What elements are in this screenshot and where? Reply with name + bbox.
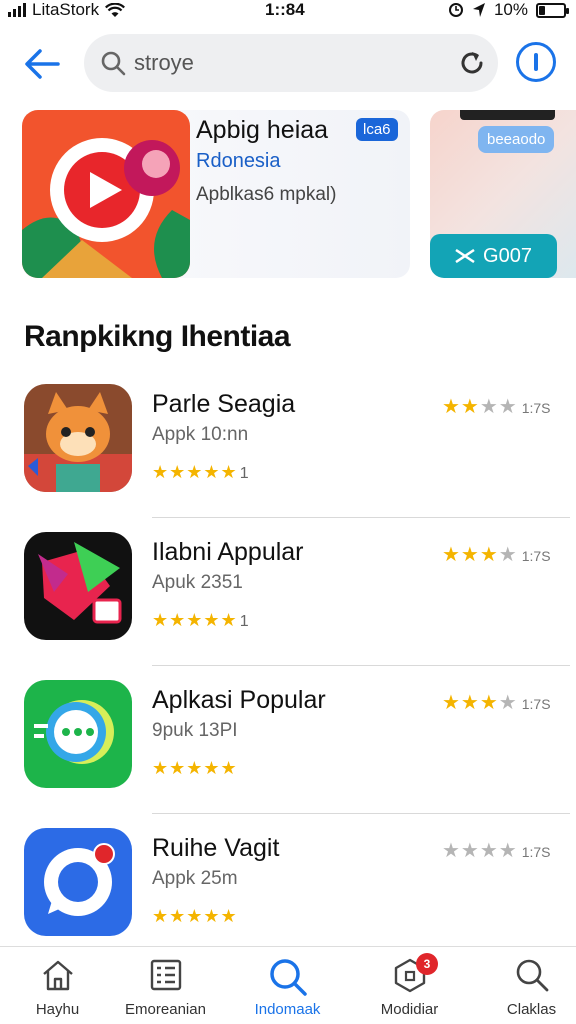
review-count: 1 — [239, 613, 249, 630]
carrier-name: LitaStork — [32, 0, 100, 19]
star-icon: ★★★★★ — [152, 758, 238, 778]
nav-updates[interactable]: 3 Modidiar — [352, 947, 467, 1024]
featured-app-title: Apbig heiaa — [196, 116, 329, 144]
app-icon-bubble — [24, 828, 132, 936]
status-right: 10% — [448, 0, 569, 20]
rating-value: 1:7S — [521, 696, 551, 712]
app-icon-shapes — [24, 532, 132, 640]
bottom-nav: Hayhu Emoreanian Indomaak 3 Modidiar Cla… — [0, 946, 576, 1024]
star-empty-icon: ★★★★ — [442, 840, 518, 862]
app-name: Aplkasi Popular — [152, 686, 326, 714]
app-review-stars: ★★★★★ — [152, 758, 240, 779]
promo-card[interactable]: beeaodo G007 — [430, 110, 576, 278]
app-icon-chat — [24, 680, 132, 788]
app-name: Ilabni Appular — [152, 538, 304, 566]
app-review-stars: ★★★★★ — [152, 906, 240, 927]
section-title: Ranpkikng Ihentiaa — [24, 320, 291, 353]
app-rating: ★★★★ 1:7S — [442, 690, 551, 715]
status-left: LitaStork — [8, 0, 126, 20]
alarm-icon — [448, 3, 463, 17]
list-item[interactable]: Ilabni Appular Apuk 2351 ★★★★★ 1 ★★★★ 1:7S — [0, 518, 576, 666]
star-empty-icon: ★ — [498, 692, 518, 714]
app-rating: ★★★★ 1:7S — [442, 394, 551, 419]
app-review-stars: ★★★★★ 1 — [152, 462, 249, 483]
featured-app-description: Apblkas6 mpkal) — [196, 184, 337, 205]
promo-button[interactable]: G007 — [430, 234, 557, 278]
featured-app-card[interactable]: Apbig heiaa lca6 Rdonesia Apblkas6 mpkal… — [22, 110, 410, 278]
nav-account-label: Claklas — [506, 1001, 557, 1018]
search-bar[interactable] — [84, 34, 498, 92]
list-item[interactable]: Aplkasi Popular 9puk 13PI ★★★★★ ★★★★ 1:7S — [0, 666, 576, 814]
nav-categories-label: Emoreanian — [125, 1001, 206, 1018]
nav-search[interactable]: Indomaak — [230, 947, 345, 1024]
info-button[interactable] — [516, 42, 556, 82]
featured-app-icon — [22, 110, 190, 278]
nav-categories[interactable]: Emoreanian — [108, 947, 223, 1024]
nav-home[interactable]: Hayhu — [0, 947, 115, 1024]
list-item[interactable]: Parle Seagia Appk 10:nn ★★★★★ 1 ★★★★ 1:7S — [0, 370, 576, 518]
arrow-left-icon — [25, 49, 60, 79]
featured-app-subtitle[interactable]: Rdonesia — [196, 150, 281, 173]
search-icon — [269, 959, 307, 996]
list-icon — [150, 959, 181, 991]
app-icon-cat — [24, 384, 132, 492]
info-icon — [534, 53, 538, 71]
star-icon: ★★★★★ — [152, 462, 238, 482]
star-icon: ★★★★★ — [152, 906, 238, 926]
promo-device-graphic — [460, 110, 555, 120]
search-outline-icon — [516, 959, 548, 992]
star-empty-icon: ★★ — [479, 396, 518, 418]
location-icon — [472, 3, 485, 17]
app-review-stars: ★★★★★ 1 — [152, 610, 249, 631]
nav-home-label: Hayhu — [35, 1001, 80, 1018]
nav-search-label: Indomaak — [254, 1001, 321, 1018]
app-size: 9puk 13PI — [152, 720, 238, 741]
nav-updates-label: Modidiar — [380, 1001, 439, 1018]
nav-account[interactable]: Claklas — [474, 947, 576, 1024]
status-time: 1::84 — [265, 0, 305, 19]
rating-value: 1:7S — [521, 548, 551, 564]
star-icon: ★★★ — [442, 692, 499, 714]
battery-percent: 10% — [493, 0, 528, 19]
app-size: Appk 10:nn — [152, 424, 249, 445]
home-icon — [42, 960, 73, 991]
star-icon: ★★ — [442, 396, 480, 418]
search-input[interactable] — [134, 46, 434, 80]
featured-badge: lca6 — [356, 118, 398, 141]
battery-icon — [536, 2, 569, 18]
app-name: Parle Seagia — [152, 390, 296, 418]
promo-button-label: G007 — [483, 244, 532, 267]
review-count: 1 — [239, 465, 249, 482]
rating-value: 1:7S — [521, 844, 551, 860]
list-item[interactable]: Ruihe Vagit Appk 25m ★★★★★ ★★★★ 1:7S — [0, 814, 576, 962]
app-rating: ★★★★ 1:7S — [442, 542, 551, 567]
app-size: Apuk 2351 — [152, 572, 243, 593]
wifi-icon — [105, 2, 126, 17]
app-name: Ruihe Vagit — [152, 834, 280, 862]
back-button[interactable] — [22, 44, 62, 84]
ticket-icon — [455, 249, 475, 263]
star-icon: ★★★ — [442, 544, 499, 566]
rating-value: 1:7S — [521, 400, 551, 416]
promo-pill: beeaodo — [478, 126, 555, 153]
updates-badge: 3 — [416, 953, 438, 975]
app-size: Appk 25m — [152, 868, 238, 889]
status-bar: LitaStork 1::84 10% — [0, 0, 576, 22]
signal-icon — [8, 3, 26, 17]
star-icon: ★★★★★ — [152, 610, 238, 630]
refresh-icon[interactable] — [458, 49, 486, 77]
app-rating: ★★★★ 1:7S — [442, 838, 551, 863]
search-icon — [101, 51, 126, 76]
star-empty-icon: ★ — [498, 544, 518, 566]
